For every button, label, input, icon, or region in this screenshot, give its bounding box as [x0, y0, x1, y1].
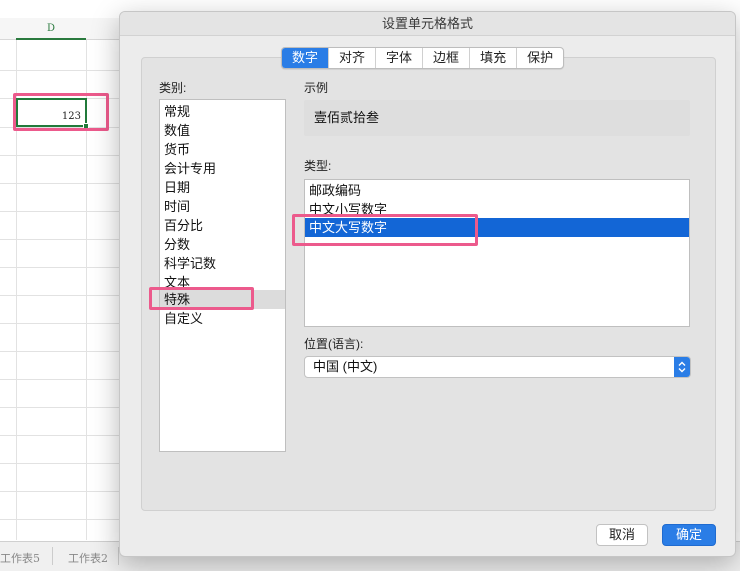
- category-item-number[interactable]: 数值: [164, 121, 190, 140]
- grid-line: [0, 463, 120, 464]
- grid-line: [0, 519, 120, 520]
- sample-label: 示例: [304, 81, 329, 95]
- type-label: 类型:: [304, 159, 332, 173]
- grid-line: [0, 491, 120, 492]
- dialog-titlebar[interactable]: 设置单元格格式: [120, 12, 735, 36]
- updown-arrows-icon[interactable]: [674, 357, 690, 377]
- tab-alignment[interactable]: 对齐: [329, 48, 377, 68]
- tab-separator: [52, 547, 53, 565]
- category-item-accounting[interactable]: 会计专用: [164, 159, 216, 178]
- grid-line: [0, 239, 120, 240]
- dialog-title: 设置单元格格式: [381, 16, 473, 31]
- type-list[interactable]: 邮政编码 中文小写数字 中文大写数字: [304, 179, 690, 327]
- sheet-tab-5[interactable]: 工作表5: [0, 550, 40, 566]
- cancel-button[interactable]: 取消: [596, 524, 648, 546]
- type-item-postal-code[interactable]: 邮政编码: [305, 181, 689, 200]
- ok-button[interactable]: 确定: [662, 524, 716, 546]
- locale-select[interactable]: 中国 (中文): [304, 356, 691, 378]
- grid-line: [0, 407, 120, 408]
- sheet-tab-2[interactable]: 工作表2: [68, 550, 108, 566]
- grid-line: [0, 183, 120, 184]
- format-tabs: 数字 对齐 字体 边框 填充 保护: [281, 47, 565, 69]
- grid-line: [0, 127, 120, 128]
- tab-number[interactable]: 数字: [282, 48, 330, 68]
- grid-line: [0, 211, 120, 212]
- category-item-custom[interactable]: 自定义: [164, 309, 203, 328]
- locale-value: 中国 (中文): [313, 359, 378, 374]
- type-item-chinese-lowercase[interactable]: 中文小写数字: [305, 200, 689, 219]
- grid-line: [0, 155, 120, 156]
- category-item-time[interactable]: 时间: [164, 197, 190, 216]
- grid-line: [0, 435, 120, 436]
- category-item-date[interactable]: 日期: [164, 178, 190, 197]
- category-item-special[interactable]: 特殊: [164, 290, 190, 309]
- column-header-d[interactable]: D: [16, 18, 86, 40]
- tab-font[interactable]: 字体: [376, 48, 424, 68]
- fill-handle[interactable]: [83, 123, 89, 129]
- category-item-scientific[interactable]: 科学记数: [164, 254, 216, 273]
- tab-border[interactable]: 边框: [423, 48, 471, 68]
- active-cell-d[interactable]: 123: [16, 98, 89, 129]
- format-cells-dialog: 设置单元格格式 数字 对齐 字体 边框 填充 保护 类别: 常规 数值 货币 会…: [119, 11, 736, 557]
- grid-line: [0, 351, 120, 352]
- category-list[interactable]: 常规 数值 货币 会计专用 日期 时间 百分比 分数 科学记数 文本 特殊 自定…: [159, 99, 286, 452]
- tab-protection[interactable]: 保护: [517, 48, 563, 68]
- tab-fill[interactable]: 填充: [470, 48, 518, 68]
- grid-line: [0, 379, 120, 380]
- grid-line: [0, 267, 120, 268]
- grid-line: [0, 323, 120, 324]
- locale-label: 位置(语言):: [304, 337, 364, 351]
- type-item-chinese-uppercase[interactable]: 中文大写数字: [305, 218, 689, 237]
- category-item-general[interactable]: 常规: [164, 102, 190, 121]
- category-item-percentage[interactable]: 百分比: [164, 216, 203, 235]
- category-item-fraction[interactable]: 分数: [164, 235, 190, 254]
- category-item-currency[interactable]: 货币: [164, 140, 190, 159]
- cell-value: 123: [61, 111, 81, 122]
- category-label: 类别:: [159, 81, 187, 95]
- grid-line: [0, 70, 120, 71]
- column-header-row: D: [0, 18, 120, 40]
- grid-line: [0, 295, 120, 296]
- sample-value: 壹佰贰拾叁: [314, 110, 380, 125]
- sample-preview: 壹佰贰拾叁: [304, 100, 690, 136]
